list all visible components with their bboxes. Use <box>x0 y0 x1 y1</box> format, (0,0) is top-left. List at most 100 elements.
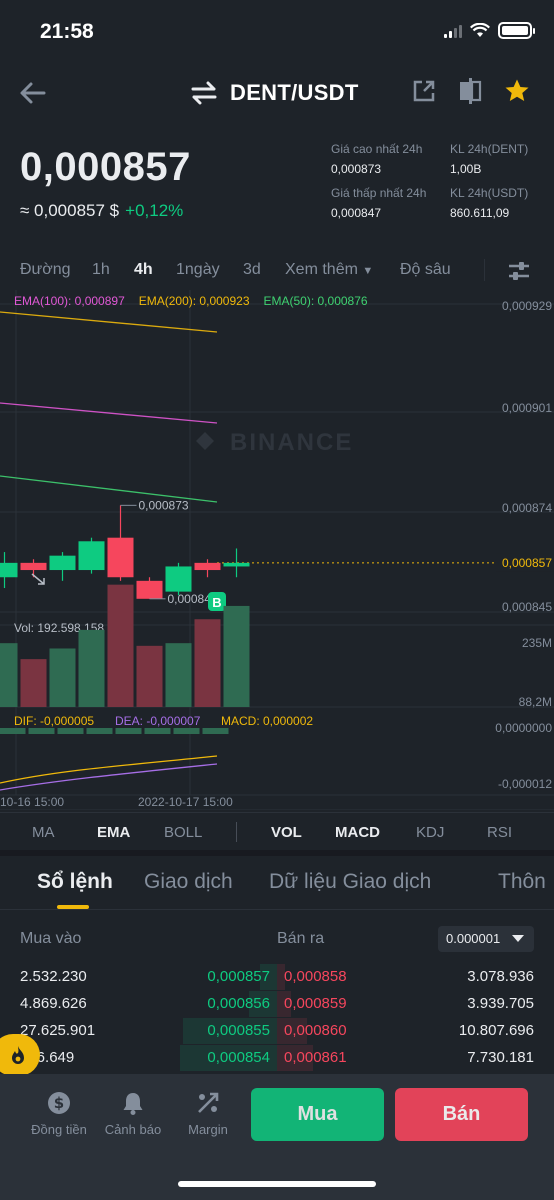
ask-price: 0,000858 <box>284 968 347 985</box>
bid-price: 0,000854 <box>207 1049 270 1066</box>
volume-axis-label: 235M <box>522 636 552 650</box>
ind-ema[interactable]: EMA <box>97 824 130 841</box>
tf-3d[interactable]: 3d <box>243 261 261 279</box>
ind-kdj[interactable]: KDJ <box>416 824 444 841</box>
nav-alert[interactable]: Cảnh báo <box>98 1090 168 1137</box>
orderbook-row[interactable]: 27.625.901 0,000855 0,000860 10.807.696 <box>0 1018 554 1044</box>
candle-body <box>107 537 134 578</box>
ind-macd[interactable]: MACD <box>335 824 380 841</box>
back-arrow-icon[interactable] <box>18 80 48 106</box>
volume-bar <box>107 584 134 707</box>
price-axis-label: 0,000874 <box>502 501 552 515</box>
volume-bar <box>20 659 47 707</box>
macd-histogram-bar <box>0 728 26 734</box>
share-icon[interactable] <box>412 79 436 103</box>
macd-dif-line <box>0 755 218 784</box>
tab-trading-data[interactable]: Dữ liệu Giao dịch <box>269 870 431 894</box>
bid-quantity: 4.869.626 <box>20 995 87 1012</box>
candle-body <box>20 562 47 571</box>
volume-bar <box>49 648 76 707</box>
tab-info[interactable]: Thôn <box>498 870 546 894</box>
ind-rsi[interactable]: RSI <box>487 824 512 841</box>
tf-1day[interactable]: 1ngày <box>176 261 220 279</box>
precision-value: 0.000001 <box>446 931 501 946</box>
price-chart[interactable]: BINANCE0,0008730,000847B0,0009290,000901… <box>0 290 554 810</box>
battery-icon <box>498 22 535 39</box>
tab-trades[interactable]: Giao dịch <box>144 870 233 894</box>
sell-column-header: Bán ra <box>277 930 325 947</box>
sell-button[interactable]: Bán <box>395 1088 528 1141</box>
candle-body <box>223 562 250 567</box>
volume-axis-label: 88,2M <box>519 695 552 709</box>
divider <box>484 259 485 281</box>
buy-button[interactable]: Mua <box>251 1088 384 1141</box>
bid-price: 0,000856 <box>207 995 270 1012</box>
price-axis-label: 0,000901 <box>502 401 552 415</box>
volume-bar <box>223 605 250 707</box>
wifi-icon <box>470 23 490 37</box>
tf-depth[interactable]: Độ sâu <box>400 261 451 279</box>
candle-body <box>165 566 192 592</box>
trending-fire-button[interactable] <box>0 1034 40 1076</box>
volume-bar <box>136 645 163 707</box>
high-marker-label: 0,000873 <box>139 498 189 512</box>
ema100-label: EMA(100): 0,000897 <box>14 294 125 308</box>
time-axis-label: 10-16 15:00 <box>0 795 64 809</box>
ind-boll[interactable]: BOLL <box>164 824 202 841</box>
orderbook-row[interactable]: 4.869.626 0,000856 0,000859 3.939.705 <box>0 991 554 1017</box>
ema100-line <box>0 402 218 424</box>
volume-bar <box>78 629 105 707</box>
orderbook-row[interactable]: 486.649 0,000854 0,000861 7.730.181 <box>0 1045 554 1071</box>
macd-axis-label: 0,0000000 <box>495 721 552 735</box>
tf-1h[interactable]: 1h <box>92 261 110 279</box>
candle-body <box>136 580 163 599</box>
ind-vol[interactable]: VOL <box>271 824 302 841</box>
candle-body <box>49 555 76 571</box>
macd-histogram-bar <box>202 728 229 734</box>
price-change: +0,12% <box>125 201 184 220</box>
ema200-label: EMA(200): 0,000923 <box>138 294 250 308</box>
binance-logo-icon <box>196 432 214 450</box>
pair-selector[interactable]: DENT/USDT <box>190 80 359 106</box>
ask-price: 0,000861 <box>284 1049 347 1066</box>
tf-4h[interactable]: 4h <box>134 261 153 279</box>
tf-more[interactable]: Xem thêm ▼ <box>285 261 373 279</box>
chart-settings-icon[interactable] <box>507 261 531 281</box>
volume-bar <box>0 643 18 707</box>
volume-bar <box>165 643 192 707</box>
price-axis-label: 0,000845 <box>502 600 552 614</box>
tf-line[interactable]: Đường <box>20 261 71 279</box>
compare-layout-icon[interactable] <box>458 78 482 104</box>
ind-ma[interactable]: MA <box>32 824 55 841</box>
buy-column-header: Mua vào <box>20 930 82 947</box>
home-indicator <box>178 1181 376 1187</box>
fire-icon <box>12 1046 24 1064</box>
ema200-line <box>0 311 218 333</box>
fiat-price: ≈ 0,000857 $ +0,12% <box>20 201 183 221</box>
tab-order-book[interactable]: Sổ lệnh <box>37 870 113 894</box>
favorite-star-icon[interactable] <box>504 78 530 104</box>
margin-percent-icon <box>173 1090 243 1116</box>
ema50-label: EMA(50): 0,000876 <box>263 294 368 308</box>
price-axis-label: 0,000929 <box>502 299 552 313</box>
nav-convert-label: Đồng tiền <box>31 1122 87 1137</box>
time-axis-label: 2022-10-17 15:00 <box>138 795 233 809</box>
precision-select[interactable]: 0.000001 <box>438 926 534 952</box>
bell-icon <box>98 1090 168 1116</box>
macd-histogram-bar <box>115 728 142 734</box>
nav-margin[interactable]: Margin <box>173 1090 243 1137</box>
macd-histogram-bar <box>57 728 84 734</box>
ask-price: 0,000859 <box>284 995 347 1012</box>
status-time: 21:58 <box>40 20 94 43</box>
nav-convert[interactable]: $ Đồng tiền <box>24 1090 94 1137</box>
caret-down-icon <box>512 935 524 942</box>
candle-body <box>78 541 105 571</box>
bid-quantity: 2.532.230 <box>20 968 87 985</box>
swap-arrows-icon <box>191 81 217 105</box>
last-price: 0,000857 <box>20 145 191 189</box>
nav-margin-label: Margin <box>188 1122 228 1137</box>
pair-title: DENT/USDT <box>230 80 359 105</box>
bid-price: 0,000855 <box>207 1022 270 1039</box>
orderbook-row[interactable]: 2.532.230 0,000857 0,000858 3.078.936 <box>0 964 554 990</box>
cellular-signal-icon <box>444 24 462 38</box>
